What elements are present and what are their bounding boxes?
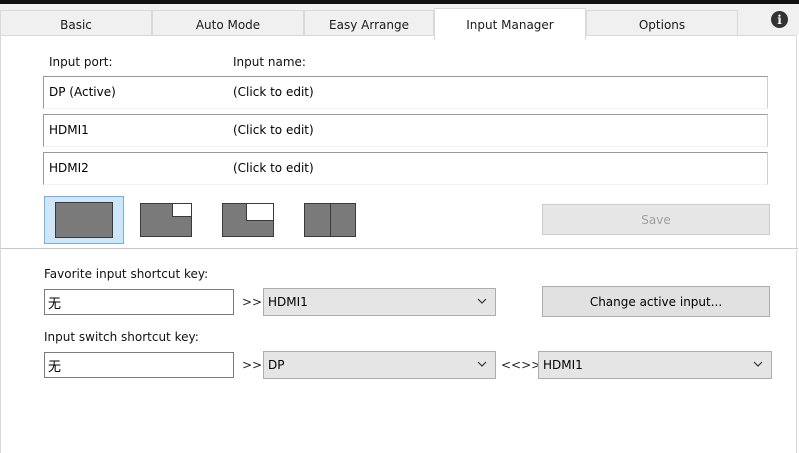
switch-shortcut-key-input[interactable]: 无	[44, 352, 234, 378]
input-name-field[interactable]: (Click to edit)	[233, 85, 314, 99]
switch-second-input-value: HDMI1	[543, 358, 583, 372]
favorite-input-select[interactable]: HDMI1	[263, 288, 496, 316]
favorite-input-value: HDMI1	[268, 295, 308, 309]
tab-label: Auto Mode	[195, 18, 261, 32]
input-port-label: HDMI2	[49, 161, 89, 175]
input-name-header: Input name:	[233, 55, 306, 69]
switch-shortcut-label: Input switch shortcut key:	[44, 330, 199, 344]
tab-label: Basic	[60, 18, 92, 32]
favorite-shortcut-label: Favorite input shortcut key:	[44, 267, 209, 281]
chevron-down-icon	[477, 361, 487, 367]
switch-second-input-select[interactable]: HDMI1	[538, 351, 772, 379]
layout-pip-top-right-small-icon	[140, 203, 192, 237]
favorite-shortcut-key-input[interactable]: 无	[44, 289, 234, 315]
tab-input-manager[interactable]: Input Manager	[434, 8, 586, 40]
save-button[interactable]: Save	[542, 204, 770, 235]
tab-label: Easy Arrange	[329, 18, 409, 32]
layout-pip-large-button[interactable]	[208, 196, 288, 244]
switch-arrow: >>	[242, 358, 263, 372]
tab-label: Options	[638, 18, 686, 32]
input-name-field[interactable]: (Click to edit)	[233, 161, 314, 175]
layout-split-button[interactable]	[290, 196, 370, 244]
tab-label: Input Manager	[466, 17, 554, 32]
layout-pip-top-right-large-icon	[222, 203, 274, 237]
favorite-arrow: >>	[242, 295, 263, 309]
tab-strip: Basic Auto Mode Easy Arrange Input Manag…	[0, 4, 799, 40]
layout-pip-small-button[interactable]	[126, 196, 206, 244]
input-row-hdmi1[interactable]: HDMI1 (Click to edit)	[43, 114, 768, 147]
chevron-down-icon	[753, 361, 763, 367]
layout-full-button[interactable]	[44, 196, 124, 244]
switch-first-input-select[interactable]: DP	[263, 351, 496, 379]
input-row-dp[interactable]: DP (Active) (Click to edit)	[43, 76, 768, 109]
section-divider-highlight	[1, 249, 798, 250]
input-name-field[interactable]: (Click to edit)	[233, 123, 314, 137]
input-row-hdmi2[interactable]: HDMI2 (Click to edit)	[43, 152, 768, 185]
change-active-input-button[interactable]: Change active input...	[542, 286, 770, 317]
input-manager-panel: Input port: Input name: DP (Active) (Cli…	[0, 35, 798, 453]
chevron-down-icon	[477, 298, 487, 304]
info-icon[interactable]: i	[771, 11, 788, 28]
swap-symbol: <<>>	[501, 358, 542, 372]
layout-split-vertical-icon	[304, 203, 356, 237]
switch-first-input-value: DP	[268, 358, 285, 372]
layout-full-icon	[55, 202, 113, 238]
input-port-header: Input port:	[49, 55, 113, 69]
input-port-label: DP (Active)	[49, 85, 116, 99]
input-port-label: HDMI1	[49, 123, 89, 137]
